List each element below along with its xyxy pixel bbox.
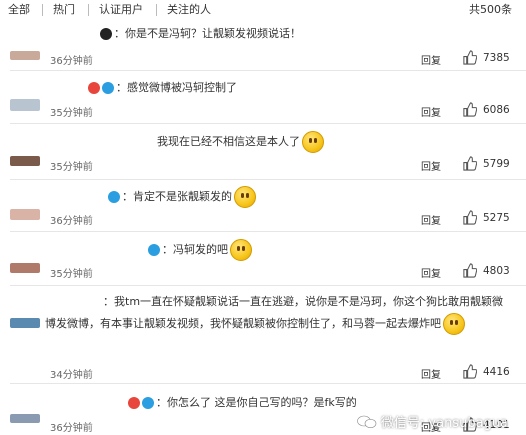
- like-count: 5799: [483, 157, 510, 170]
- level-badge-icon: [148, 244, 160, 256]
- filter-divider: [156, 4, 157, 16]
- thumbs-up-icon: [463, 364, 477, 379]
- comment-item: ：我tm一直在怀疑靓颖说话一直在逃避，说你是不是冯珂，你这个狗比敢用靓颖微博发微…: [0, 286, 526, 384]
- avatar[interactable]: [10, 414, 40, 423]
- avatar[interactable]: [10, 318, 40, 328]
- comment-text: ：感觉微博被冯轲控制了: [88, 77, 506, 99]
- smile-emoji-icon: [234, 186, 256, 208]
- reply-button[interactable]: 回复: [421, 158, 441, 173]
- comment-total-count: 共500条: [469, 3, 512, 16]
- avatar[interactable]: [10, 209, 40, 220]
- comment-time: 35分钟前: [50, 269, 93, 280]
- thumbs-up-icon: [463, 50, 477, 65]
- wechat-watermark: 微信号: yansubagua: [357, 412, 508, 431]
- filter-all[interactable]: 全部: [8, 0, 30, 20]
- like-button[interactable]: 6086: [462, 102, 510, 117]
- comment-text: 我现在已经不相信这是本人了: [157, 131, 506, 153]
- avatar[interactable]: [10, 99, 40, 111]
- comment-time: 36分钟前: [50, 423, 93, 434]
- comment-item: ：冯轲发的吧 35分钟前 回复 4803: [0, 232, 526, 286]
- filter-hot[interactable]: 热门: [53, 0, 75, 20]
- reply-button[interactable]: 回复: [421, 212, 441, 227]
- comment-filter-bar: 全部 热门 认证用户 关注的人 共500条: [0, 0, 526, 20]
- wechat-icon: [357, 415, 377, 428]
- vip-badge-icon: [128, 397, 140, 409]
- reply-button[interactable]: 回复: [421, 265, 441, 280]
- level-badge-icon: [142, 397, 154, 409]
- comment-time: 34分钟前: [50, 370, 93, 381]
- comment-text: ：肯定不是张靓颖发的: [108, 186, 506, 208]
- level-badge-icon: [108, 191, 120, 203]
- avatar[interactable]: [10, 263, 40, 273]
- smile-emoji-icon: [443, 313, 465, 335]
- like-count: 4416: [483, 365, 510, 378]
- like-count: 4803: [483, 264, 510, 277]
- comment-text: ：我tm一直在怀疑靓颖说话一直在逃避，说你是不是冯珂，你这个狗比敢用靓颖微博发微…: [45, 291, 506, 335]
- filter-divider: [88, 4, 89, 16]
- smile-emoji-icon: [302, 131, 324, 153]
- comment-item: ：肯定不是张靓颖发的 36分钟前 回复 5275: [0, 180, 526, 232]
- level-badge-icon: [102, 82, 114, 94]
- reply-button[interactable]: 回复: [421, 104, 441, 119]
- watermark-text: 微信号: yansubagua: [380, 416, 508, 431]
- like-button[interactable]: 7385: [462, 50, 510, 65]
- comment-time: 36分钟前: [50, 56, 93, 67]
- filter-verified[interactable]: 认证用户: [99, 0, 143, 20]
- comment-item: ：你是不是冯轲？让靓颖发视频说话！ 36分钟前 回复 7385: [0, 20, 526, 71]
- comment-item: ：感觉微博被冯轲控制了 35分钟前 回复 6086: [0, 71, 526, 124]
- comment-text: ：冯轲发的吧: [148, 239, 506, 261]
- thumbs-up-icon: [463, 156, 477, 171]
- reply-button[interactable]: 回复: [421, 52, 441, 67]
- like-count: 6086: [483, 103, 510, 116]
- filter-following[interactable]: 关注的人: [167, 0, 211, 20]
- comment-time: 35分钟前: [50, 108, 93, 119]
- like-count: 5275: [483, 211, 510, 224]
- comment-time: 36分钟前: [50, 216, 93, 227]
- smile-emoji-icon: [230, 239, 252, 261]
- like-button[interactable]: 5799: [462, 156, 510, 171]
- reply-button[interactable]: 回复: [421, 366, 441, 381]
- avatar[interactable]: [10, 156, 40, 166]
- comment-item: 我现在已经不相信这是本人了 35分钟前 回复 5799: [0, 124, 526, 180]
- comment-time: 35分钟前: [50, 162, 93, 173]
- graduation-cap-icon: [100, 28, 112, 40]
- thumbs-up-icon: [463, 210, 477, 225]
- thumbs-up-icon: [463, 102, 477, 117]
- avatar[interactable]: [10, 51, 40, 60]
- like-count: 7385: [483, 51, 510, 64]
- comment-text: ：你是不是冯轲？让靓颖发视频说话！: [100, 23, 506, 45]
- filter-divider: [42, 4, 43, 16]
- vip-badge-icon: [88, 82, 100, 94]
- like-button[interactable]: 5275: [462, 210, 510, 225]
- like-button[interactable]: 4803: [462, 263, 510, 278]
- thumbs-up-icon: [463, 263, 477, 278]
- comment-text: ：你怎么了 这是你自己写的吗？是fk写的: [128, 392, 506, 414]
- like-button[interactable]: 4416: [462, 364, 510, 379]
